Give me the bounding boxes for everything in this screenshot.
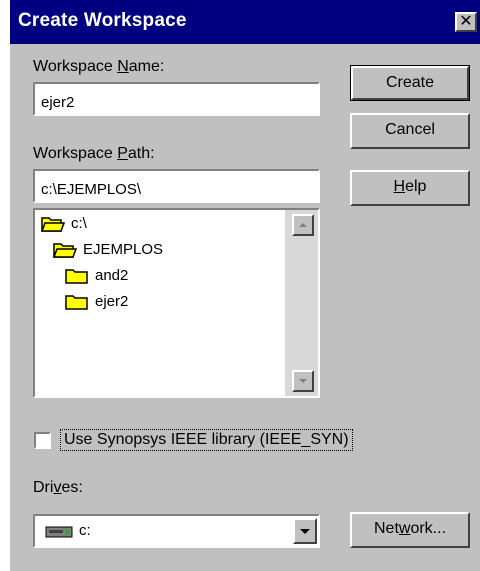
network-button[interactable]: Network... bbox=[350, 512, 470, 548]
synopsys-checkbox-label[interactable]: Use Synopsys IEEE library (IEEE_SYN) bbox=[60, 429, 353, 451]
drives-label: Drives: bbox=[33, 479, 83, 496]
drives-select[interactable]: c: bbox=[33, 514, 320, 548]
scroll-up-button[interactable] bbox=[292, 214, 314, 236]
tree-item-label: EJEMPLOS bbox=[83, 241, 164, 258]
title-bar[interactable]: Create Workspace ✕ bbox=[10, 0, 480, 44]
drives-dropdown-button[interactable] bbox=[293, 518, 317, 544]
folder-tree[interactable]: c:\ EJEMPLOS and2 ejer2 bbox=[33, 208, 320, 398]
scroll-down-button[interactable] bbox=[292, 370, 314, 392]
tree-item-label: c:\ bbox=[71, 215, 87, 232]
folder-icon bbox=[65, 295, 88, 310]
tree-scrollbar[interactable] bbox=[285, 210, 318, 396]
dialog-title: Create Workspace bbox=[18, 10, 187, 31]
cancel-button[interactable]: Cancel bbox=[350, 113, 470, 149]
close-button[interactable]: ✕ bbox=[455, 12, 477, 32]
workspace-name-input[interactable] bbox=[33, 82, 320, 116]
close-icon: ✕ bbox=[459, 13, 473, 30]
workspace-path-label: Workspace Path: bbox=[33, 145, 155, 162]
drive-icon bbox=[45, 526, 73, 538]
workspace-name-label: Workspace Name: bbox=[33, 58, 165, 75]
tree-item-label: and2 bbox=[95, 267, 129, 284]
create-workspace-dialog: Create Workspace ✕ Workspace Name: Works… bbox=[10, 0, 480, 571]
synopsys-checkbox[interactable] bbox=[34, 432, 51, 449]
arrow-down-icon bbox=[299, 379, 307, 383]
open-folder-icon bbox=[41, 217, 65, 232]
arrow-up-icon bbox=[299, 223, 307, 227]
help-button[interactable]: Help bbox=[350, 170, 470, 206]
folder-icon bbox=[65, 269, 88, 284]
tree-item-label: ejer2 bbox=[95, 293, 129, 310]
workspace-path-input[interactable] bbox=[33, 169, 320, 203]
chevron-down-icon bbox=[300, 529, 310, 534]
drives-selected-value: c: bbox=[79, 522, 91, 539]
create-button[interactable]: Create bbox=[350, 65, 470, 101]
open-folder-icon bbox=[53, 243, 77, 258]
